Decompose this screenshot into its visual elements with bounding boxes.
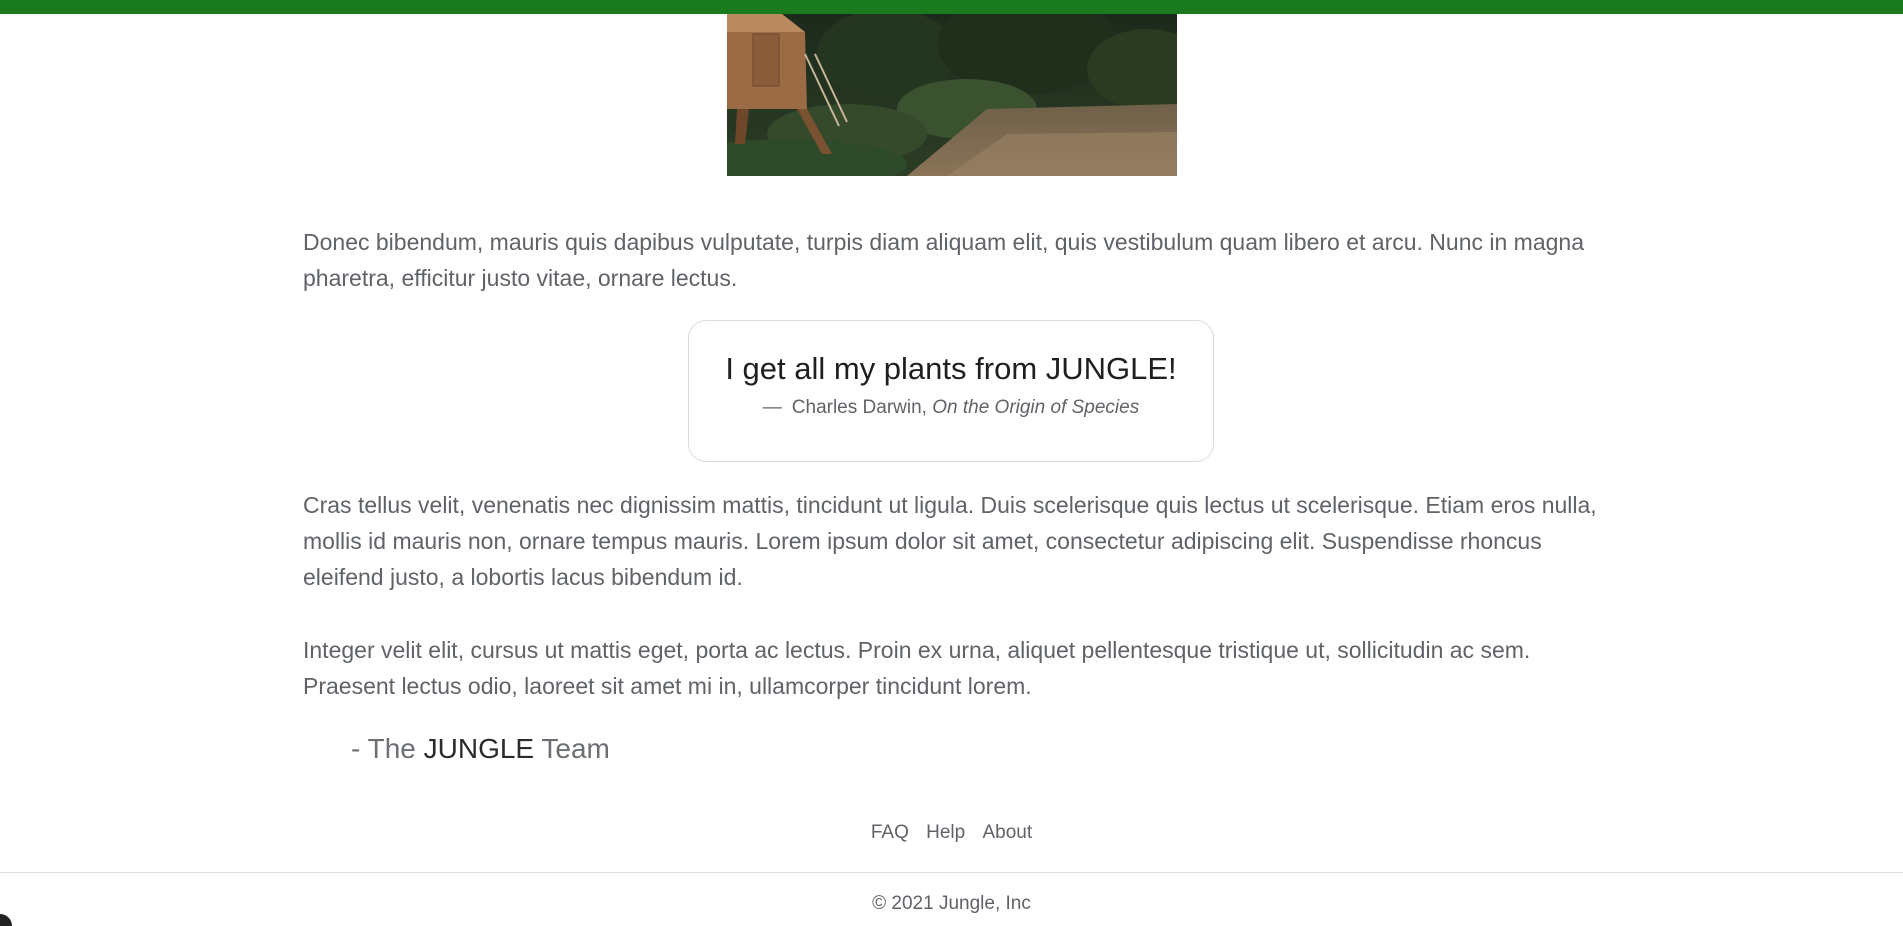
- testimonial-quote: I get all my plants from JUNGLE!: [725, 351, 1177, 386]
- citation-dash: —: [762, 397, 782, 418]
- citation-work: On the Origin of Species: [932, 397, 1140, 418]
- signoff-brand: JUNGLE: [423, 733, 535, 764]
- footer-divider: [0, 872, 1903, 873]
- intro-paragraph: Donec bibendum, mauris quis dapibus vulp…: [303, 229, 1585, 291]
- body-paragraph-2: Cras tellus velit, venenatis nec digniss…: [303, 492, 1597, 590]
- signoff-suffix: Team: [534, 733, 610, 764]
- testimonial-card: I get all my plants from JUNGLE! — Charle…: [688, 320, 1214, 462]
- body-paragraph-3: Integer velit elit, cursus ut mattis ege…: [303, 637, 1531, 699]
- footer-link-faq[interactable]: FAQ: [871, 822, 909, 843]
- footer-link-about[interactable]: About: [983, 822, 1033, 843]
- team-signoff: - The JUNGLE Team: [351, 731, 610, 767]
- footer-nav: FAQ Help About: [0, 820, 1903, 846]
- testimonial-citation: — Charles Darwin, On the Origin of Specie…: [689, 395, 1213, 421]
- top-accent-bar: [0, 0, 1903, 14]
- garden-shed-photo: [727, 14, 1177, 176]
- signoff-prefix: - The: [351, 733, 424, 764]
- footer-link-help[interactable]: Help: [926, 822, 965, 843]
- citation-author: Charles Darwin,: [791, 397, 927, 418]
- copyright-text: © 2021 Jungle, Inc: [872, 893, 1031, 914]
- hero-image: [727, 14, 1177, 176]
